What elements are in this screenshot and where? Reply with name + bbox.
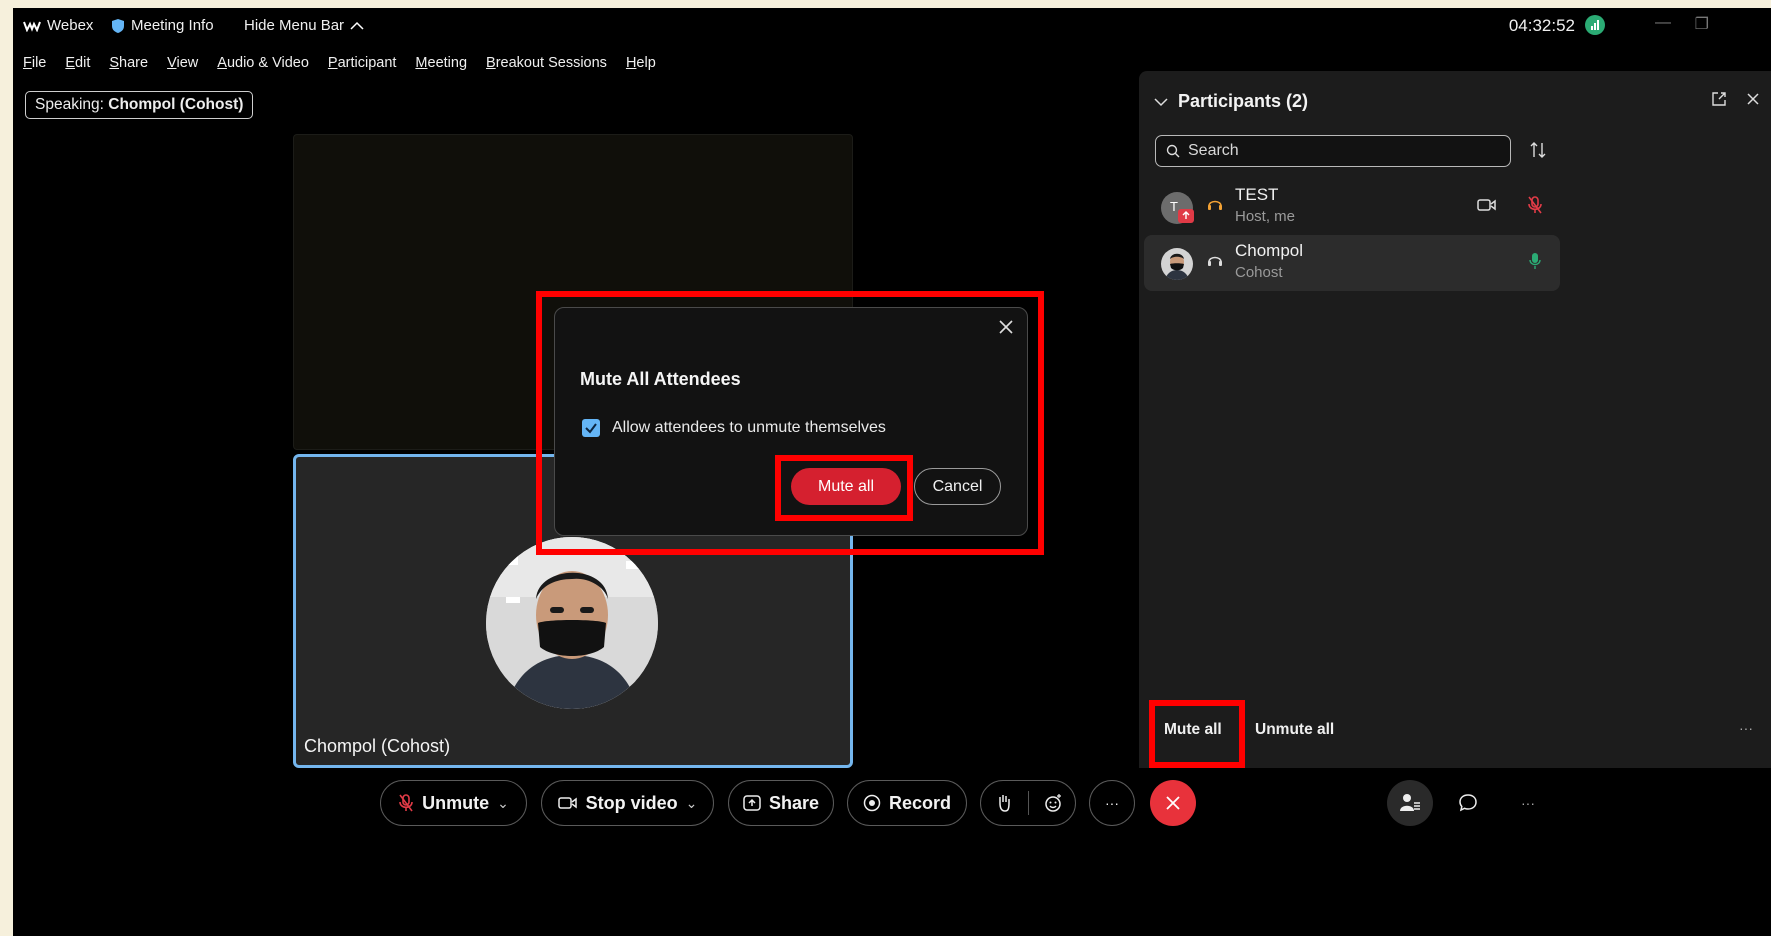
- participant-row-chompol[interactable]: Chompol Cohost: [1144, 235, 1560, 291]
- menu-help[interactable]: Help: [626, 55, 656, 71]
- avatar: [1161, 248, 1193, 280]
- more-panels-icon[interactable]: ···: [1505, 780, 1551, 826]
- confirm-mute-all-button[interactable]: Mute all: [791, 468, 901, 505]
- close-icon: [1166, 796, 1180, 810]
- microphone-icon[interactable]: [1529, 252, 1541, 270]
- participant-row-test[interactable]: T TEST Host, me: [1144, 179, 1560, 235]
- participant-role: Host, me: [1235, 208, 1296, 225]
- meeting-controls: Unmute ⌄ Stop video ⌄ Share Record ··· ·…: [13, 768, 1771, 836]
- network-signal-icon[interactable]: [1585, 15, 1605, 35]
- share-screen-icon: [743, 795, 761, 811]
- sort-icon[interactable]: [1529, 141, 1547, 159]
- share-label: Share: [768, 792, 820, 813]
- unmute-all-button[interactable]: Unmute all: [1255, 721, 1334, 739]
- end-meeting-button[interactable]: [1150, 780, 1196, 826]
- speaking-prefix: Speaking:: [35, 96, 104, 113]
- webex-app-menu[interactable]: Webex: [23, 17, 93, 34]
- close-icon[interactable]: [997, 318, 1015, 336]
- chevron-up-icon: [350, 21, 364, 30]
- stop-video-button[interactable]: Stop video ⌄: [541, 780, 714, 826]
- close-panel-icon[interactable]: [1745, 91, 1761, 107]
- menu-audio-video[interactable]: Audio & Video: [217, 55, 309, 71]
- cancel-button[interactable]: Cancel: [914, 468, 1001, 505]
- panel-actions: [1711, 91, 1761, 107]
- menu-file[interactable]: File: [23, 55, 46, 71]
- record-label: Record: [888, 792, 951, 813]
- participants-panel: Participants (2) T TEST Host, me: [1139, 71, 1771, 768]
- raise-hand-icon[interactable]: [994, 793, 1014, 813]
- menu-edit[interactable]: Edit: [65, 55, 90, 71]
- participants-header[interactable]: Participants (2): [1154, 91, 1308, 112]
- record-icon: [863, 794, 881, 812]
- participants-icon: [1400, 794, 1420, 811]
- search-box: [1155, 135, 1511, 167]
- webex-window: Webex Meeting Info Hide Menu Bar 04:32:5…: [13, 8, 1771, 936]
- unmute-button[interactable]: Unmute ⌄: [380, 780, 527, 826]
- webex-logo-icon: [23, 21, 41, 32]
- video-tile-name: Chompol (Cohost): [304, 736, 451, 756]
- chat-button[interactable]: [1445, 780, 1491, 826]
- minimize-icon[interactable]: —: [1655, 14, 1671, 32]
- video-camera-icon[interactable]: [1477, 198, 1497, 212]
- record-button[interactable]: Record: [847, 780, 967, 826]
- hide-menu-bar-button[interactable]: Hide Menu Bar: [244, 17, 364, 34]
- title-bar: Webex Meeting Info Hide Menu Bar 04:32:5…: [13, 8, 1771, 40]
- host-headset-icon: [1208, 200, 1222, 210]
- more-options-button[interactable]: ···: [1089, 780, 1135, 826]
- participants-title: Participants (2): [1178, 91, 1309, 111]
- search-icon: [1166, 144, 1180, 158]
- shield-icon: [112, 18, 124, 33]
- allow-unmute-label: Allow attendees to unmute themselves: [612, 419, 886, 436]
- meeting-clock: 04:32:52: [1508, 16, 1575, 35]
- chevron-down-icon: ⌄: [685, 794, 698, 811]
- chevron-down-icon: ⌄: [497, 794, 509, 811]
- muted-microphone-icon: [399, 794, 413, 812]
- speaking-name: Chompol (Cohost): [108, 96, 244, 113]
- app-name: Webex: [47, 17, 94, 34]
- headset-icon: [1208, 256, 1222, 266]
- menu-breakout-sessions[interactable]: Breakout Sessions: [486, 55, 607, 71]
- menu-view[interactable]: View: [167, 55, 198, 71]
- meeting-info-label: Meeting Info: [131, 17, 214, 34]
- allow-unmute-checkbox[interactable]: [582, 419, 600, 437]
- muted-microphone-icon[interactable]: [1527, 195, 1543, 215]
- pop-out-icon[interactable]: [1711, 91, 1727, 107]
- emoji-reaction-icon[interactable]: [1043, 793, 1063, 813]
- check-icon: [585, 423, 597, 434]
- share-button[interactable]: Share: [728, 780, 834, 826]
- menu-meeting[interactable]: Meeting: [415, 55, 467, 71]
- search-input[interactable]: [1188, 142, 1488, 160]
- menu-share[interactable]: Share: [109, 55, 148, 71]
- unmute-label: Unmute: [422, 792, 490, 813]
- participant-name: TEST: [1235, 185, 1279, 204]
- restore-icon[interactable]: ❐: [1695, 14, 1709, 34]
- avatar-initial: T: [1170, 199, 1178, 214]
- more-options-icon: ···: [1105, 795, 1119, 811]
- stop-video-label: Stop video: [585, 792, 678, 813]
- participants-toggle-button[interactable]: [1387, 780, 1433, 826]
- speaking-indicator: Speaking: Chompol (Cohost): [25, 91, 254, 119]
- dialog-title: Mute All Attendees: [580, 369, 741, 389]
- avatar: [486, 537, 658, 709]
- meeting-info-button[interactable]: Meeting Info: [111, 17, 214, 34]
- menu-bar: File Edit Share View Audio & Video Parti…: [23, 55, 675, 71]
- participant-name: Chompol: [1235, 241, 1304, 260]
- share-indicator-icon: [1178, 209, 1194, 223]
- participants-footer: Mute all Unmute all ···: [1139, 698, 1771, 768]
- video-camera-icon: [557, 797, 577, 809]
- reactions-group: [980, 780, 1076, 826]
- mute-all-button[interactable]: Mute all: [1164, 721, 1222, 739]
- divider: [1027, 791, 1029, 815]
- chat-icon: [1459, 794, 1477, 812]
- participant-role: Cohost: [1235, 264, 1283, 281]
- menu-participant[interactable]: Participant: [328, 55, 397, 71]
- mute-all-dialog: Mute All Attendees Allow attendees to un…: [554, 307, 1028, 536]
- chevron-down-icon: [1154, 97, 1168, 106]
- more-options-icon[interactable]: ···: [1739, 720, 1753, 736]
- hide-menu-bar-label: Hide Menu Bar: [244, 17, 345, 34]
